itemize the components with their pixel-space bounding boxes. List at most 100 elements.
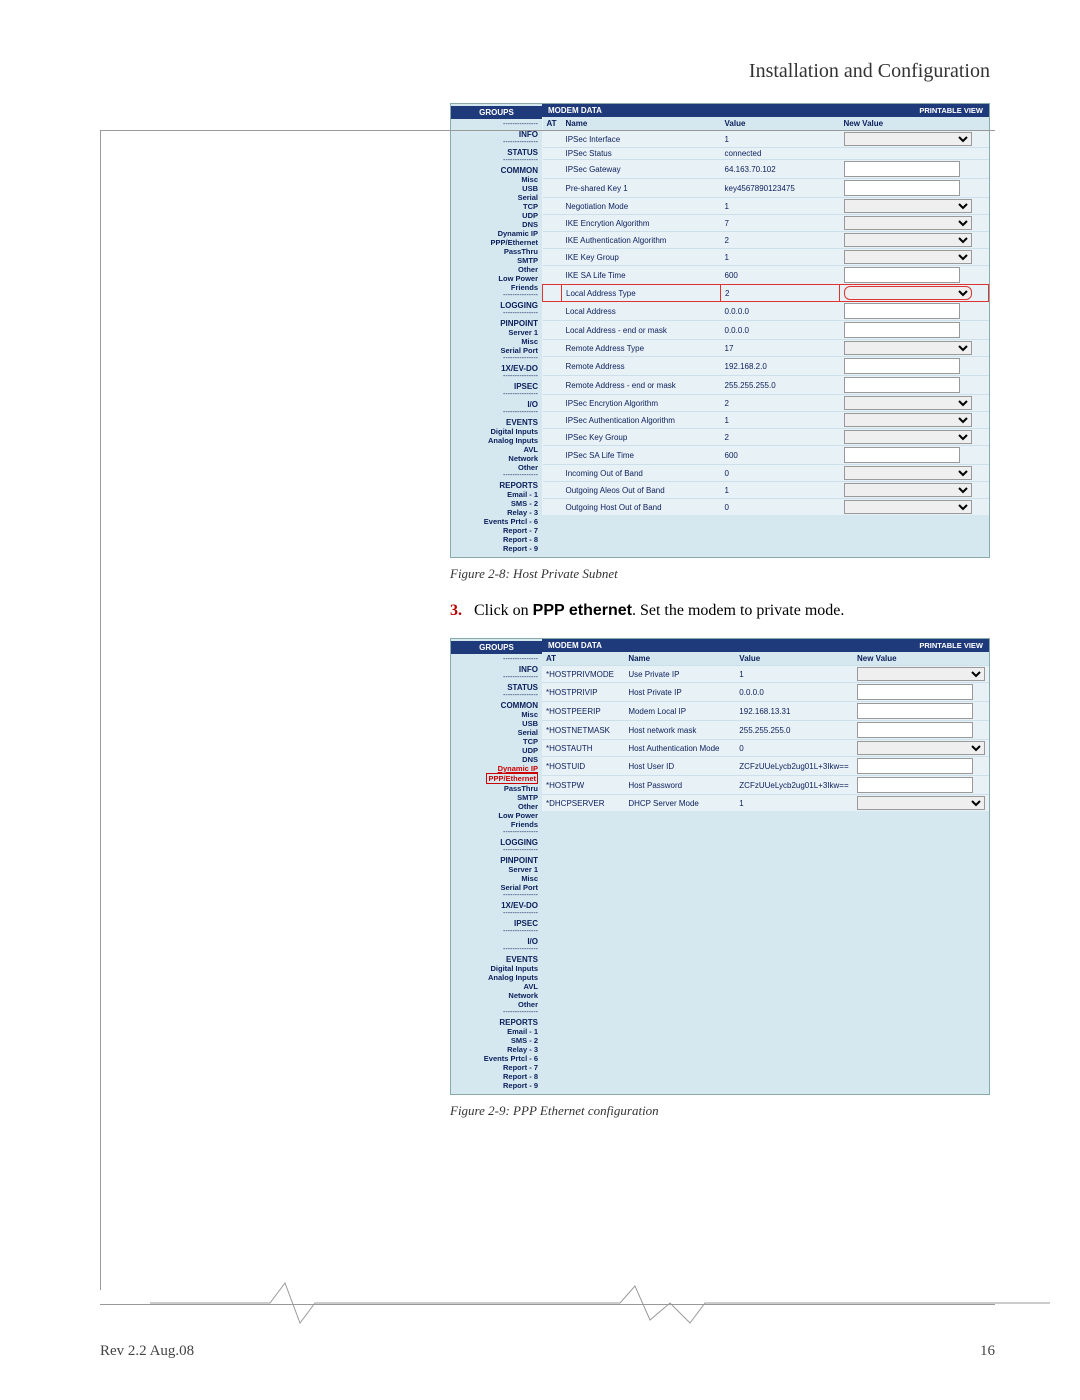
sidebar-item[interactable]: USB <box>453 719 538 728</box>
new-value-select[interactable] <box>844 233 972 247</box>
sidebar-item[interactable]: Other <box>453 1000 538 1009</box>
new-value-input[interactable] <box>844 303 960 319</box>
sidebar-section[interactable]: 1X/EV-DO <box>453 364 538 373</box>
sidebar-item[interactable]: Friends <box>453 820 538 829</box>
sidebar-item[interactable]: Other <box>453 802 538 811</box>
sidebar-item[interactable]: Server 1 <box>453 865 538 874</box>
sidebar-section[interactable]: 1X/EV-DO <box>453 901 538 910</box>
sidebar-section[interactable]: LOGGING <box>453 301 538 310</box>
sidebar-item[interactable]: Friends <box>453 283 538 292</box>
sidebar-item[interactable]: Report - 9 <box>453 544 538 553</box>
sidebar-section[interactable]: IPSEC <box>453 382 538 391</box>
new-value-select[interactable] <box>844 500 972 514</box>
sidebar-section[interactable]: COMMON <box>453 701 538 710</box>
sidebar-section[interactable]: STATUS <box>453 683 538 692</box>
sidebar-item[interactable]: AVL <box>453 445 538 454</box>
sidebar-item[interactable]: Misc <box>453 874 538 883</box>
sidebar-item[interactable]: Report - 9 <box>453 1081 538 1090</box>
sidebar-item[interactable]: Misc <box>453 175 538 184</box>
sidebar-item-active[interactable]: PPP/Ethernet <box>453 773 538 784</box>
sidebar-item[interactable]: Digital Inputs <box>453 427 538 436</box>
sidebar-item[interactable]: Misc <box>453 710 538 719</box>
sidebar-item[interactable]: Low Power <box>453 811 538 820</box>
sidebar-item[interactable]: Relay - 3 <box>453 1045 538 1054</box>
sidebar-item[interactable]: SMTP <box>453 256 538 265</box>
new-value-select[interactable] <box>844 430 972 444</box>
sidebar-item[interactable]: PassThru <box>453 247 538 256</box>
new-value-input[interactable] <box>844 322 960 338</box>
new-value-input[interactable] <box>844 447 960 463</box>
sidebar-item[interactable]: Events Prtcl - 6 <box>453 517 538 526</box>
sidebar-item[interactable]: TCP <box>453 202 538 211</box>
sidebar-item[interactable]: Serial Port <box>453 346 538 355</box>
sidebar-item[interactable]: Dynamic IP <box>453 764 538 773</box>
new-value-input[interactable] <box>857 722 973 738</box>
new-value-select[interactable] <box>844 132 972 146</box>
new-value-input[interactable] <box>857 777 973 793</box>
sidebar-item[interactable]: Serial <box>453 728 538 737</box>
sidebar-section[interactable]: INFO <box>453 665 538 674</box>
sidebar-item[interactable]: USB <box>453 184 538 193</box>
sidebar-section[interactable]: I/O <box>453 400 538 409</box>
sidebar-section[interactable]: PINPOINT <box>453 319 538 328</box>
sidebar-section[interactable]: STATUS <box>453 148 538 157</box>
sidebar-item[interactable]: Digital Inputs <box>453 964 538 973</box>
sidebar-item[interactable]: Report - 8 <box>453 535 538 544</box>
new-value-select[interactable] <box>844 466 972 480</box>
sidebar-section[interactable]: INFO <box>453 130 538 139</box>
sidebar-item[interactable]: Report - 7 <box>453 526 538 535</box>
sidebar-section[interactable]: EVENTS <box>453 418 538 427</box>
new-value-input[interactable] <box>844 161 960 177</box>
sidebar-item[interactable]: SMS - 2 <box>453 499 538 508</box>
sidebar-item[interactable]: Analog Inputs <box>453 973 538 982</box>
new-value-input[interactable] <box>857 758 973 774</box>
sidebar-item[interactable]: Analog Inputs <box>453 436 538 445</box>
new-value-input[interactable] <box>844 267 960 283</box>
sidebar-item[interactable]: Network <box>453 454 538 463</box>
sidebar-item[interactable]: UDP <box>453 211 538 220</box>
sidebar-section[interactable]: LOGGING <box>453 838 538 847</box>
new-value-select[interactable] <box>857 667 985 681</box>
sidebar-item[interactable]: Server 1 <box>453 328 538 337</box>
new-value-select[interactable] <box>857 796 985 810</box>
new-value-input[interactable] <box>857 703 973 719</box>
sidebar-section[interactable]: REPORTS <box>453 481 538 490</box>
sidebar-item[interactable]: SMTP <box>453 793 538 802</box>
sidebar-section[interactable]: EVENTS <box>453 955 538 964</box>
sidebar-item[interactable]: PassThru <box>453 784 538 793</box>
sidebar-section[interactable]: COMMON <box>453 166 538 175</box>
printable-view-link[interactable]: PRINTABLE VIEW <box>919 641 983 650</box>
sidebar-item[interactable]: Serial <box>453 193 538 202</box>
sidebar-item[interactable]: Other <box>453 265 538 274</box>
sidebar-item[interactable]: Network <box>453 991 538 1000</box>
sidebar-section[interactable]: REPORTS <box>453 1018 538 1027</box>
sidebar-item[interactable]: Other <box>453 463 538 472</box>
new-value-select[interactable] <box>844 341 972 355</box>
sidebar-item[interactable]: Dynamic IP <box>453 229 538 238</box>
new-value-select[interactable] <box>844 286 972 300</box>
printable-view-link[interactable]: PRINTABLE VIEW <box>919 106 983 115</box>
sidebar-item[interactable]: Report - 8 <box>453 1072 538 1081</box>
sidebar-section[interactable]: IPSEC <box>453 919 538 928</box>
sidebar-item[interactable]: TCP <box>453 737 538 746</box>
new-value-input[interactable] <box>844 180 960 196</box>
new-value-select[interactable] <box>844 483 972 497</box>
sidebar-item[interactable]: PPP/Ethernet <box>453 238 538 247</box>
sidebar-item[interactable]: Low Power <box>453 274 538 283</box>
sidebar-item[interactable]: SMS - 2 <box>453 1036 538 1045</box>
new-value-input[interactable] <box>857 684 973 700</box>
sidebar-section[interactable]: PINPOINT <box>453 856 538 865</box>
sidebar-item[interactable]: UDP <box>453 746 538 755</box>
new-value-select[interactable] <box>844 216 972 230</box>
sidebar-section[interactable]: I/O <box>453 937 538 946</box>
new-value-select[interactable] <box>844 396 972 410</box>
new-value-input[interactable] <box>844 377 960 393</box>
sidebar-item[interactable]: DNS <box>453 220 538 229</box>
sidebar-item[interactable]: AVL <box>453 982 538 991</box>
sidebar-item[interactable]: Relay - 3 <box>453 508 538 517</box>
new-value-select[interactable] <box>844 250 972 264</box>
sidebar-item[interactable]: Serial Port <box>453 883 538 892</box>
new-value-select[interactable] <box>844 199 972 213</box>
new-value-select[interactable] <box>844 413 972 427</box>
sidebar-item[interactable]: Email - 1 <box>453 490 538 499</box>
